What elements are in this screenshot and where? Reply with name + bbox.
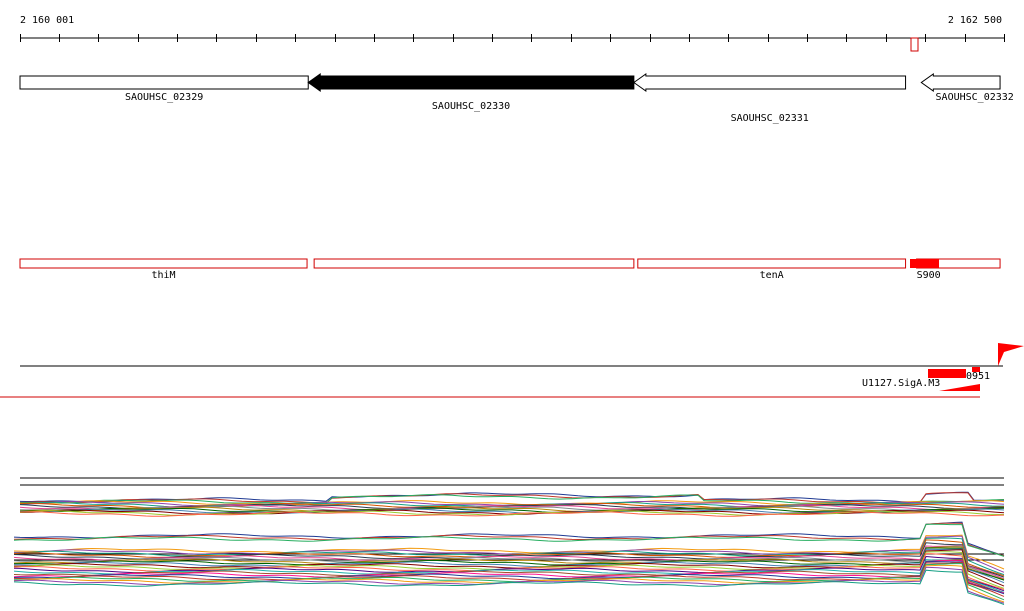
tss-ramp-shape [939, 384, 980, 391]
gene-label: SAOUHSC_02329 [125, 92, 203, 103]
feature-box[interactable] [637, 258, 907, 269]
feature-box[interactable] [19, 258, 308, 269]
gene-saouhsc_02329[interactable] [19, 75, 309, 90]
gene-saouhsc_02330[interactable] [307, 73, 635, 92]
feature-highlight [910, 259, 939, 268]
tss-flag-icon [998, 343, 1024, 366]
ruler-marker [910, 37, 919, 52]
ruler-end-label: 2 162 500 [948, 15, 1002, 26]
tss-label-1: U1127.SigA.M3 [862, 378, 940, 389]
coordinate-ruler: 2 160 001 2 162 500 [20, 15, 1005, 52]
gene-label: SAOUHSC_02330 [432, 101, 510, 112]
gene-track: SAOUHSC_02329 SAOUHSC_02330 SAOUHSC_02331 S… [19, 73, 1014, 124]
feature-track: thiM tenA S900 [19, 258, 1001, 281]
feature-label: tenA [760, 270, 784, 281]
gene-label: SAOUHSC_02332 [936, 92, 1014, 103]
gene-saouhsc_02332[interactable] [920, 73, 1001, 92]
feature-label: S900 [917, 270, 941, 281]
coverage-track-1 [19, 477, 1005, 517]
feature-label: thiM [151, 270, 175, 281]
gene-label: SAOUHSC_02331 [731, 113, 809, 124]
genome-browser-view: 2 160 001 2 162 500 SAOUHSC_02329SAOUHSC… [0, 15, 1024, 605]
gene-saouhsc_02331[interactable] [633, 73, 907, 92]
tss-box [928, 369, 966, 378]
tss-label-2: 0951 [966, 371, 990, 382]
feature-box[interactable] [313, 258, 635, 269]
coverage-track-2 [13, 521, 1005, 605]
coverage-line [13, 522, 1005, 557]
ruler-start-label: 2 160 001 [20, 15, 74, 26]
tss-track: U1127.SigA.M3 0951 [0, 343, 1024, 398]
